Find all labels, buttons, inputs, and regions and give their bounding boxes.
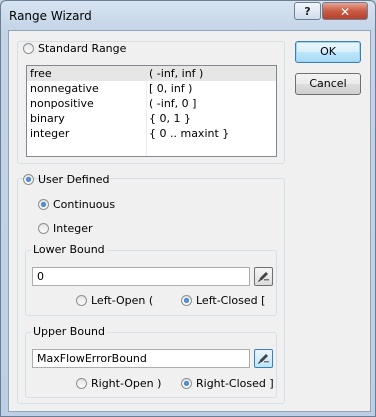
dialog-body: Standard Range free ( -inf, inf ) nonneg… [8,30,371,412]
continuous-label: Continuous [53,198,116,211]
integer-radio[interactable]: Integer [38,222,93,235]
radio-checked-icon [181,295,192,306]
range-interval: [ 0, inf ) [149,82,193,95]
integer-label: Integer [53,222,93,235]
radio-unchecked-icon [76,295,87,306]
upper-bound-label: Upper Bound [31,325,108,338]
upper-bound-input[interactable]: MaxFlowErrorBound [32,349,250,368]
range-name: nonpositive [30,97,94,110]
list-item[interactable]: free ( -inf, inf ) [27,66,276,81]
left-closed-label: Left-Closed [ [196,294,266,307]
close-button[interactable]: ✕ [322,2,368,20]
pencil-edit-icon [258,354,269,364]
standard-range-radio[interactable]: Standard Range [23,42,126,55]
radio-checked-icon [23,174,34,185]
upper-bound-edit-button[interactable] [254,349,273,368]
radio-checked-icon [181,378,192,389]
range-interval: ( -inf, 0 ] [149,97,197,110]
standard-range-list[interactable]: free ( -inf, inf ) nonnegative [ 0, inf … [26,65,277,157]
user-defined-label: User Defined [38,173,110,186]
range-wizard-window: Range Wizard ? ✕ Standard Range free ( -… [0,0,376,417]
left-closed-radio[interactable]: Left-Closed [ [181,294,265,307]
range-interval: ( -inf, inf ) [149,67,204,80]
range-name: free [30,67,52,80]
user-defined-radio[interactable]: User Defined [23,173,109,186]
right-open-radio[interactable]: Right-Open ) [76,377,161,390]
radio-unchecked-icon [23,43,34,54]
left-open-radio[interactable]: Left-Open ( [76,294,153,307]
standard-range-label: Standard Range [38,42,127,55]
lower-bound-input[interactable]: 0 [32,267,250,286]
help-button[interactable]: ? [294,2,321,20]
list-item[interactable]: binary { 0, 1 } [27,111,276,126]
list-item[interactable]: nonpositive ( -inf, 0 ] [27,96,276,111]
left-open-label: Left-Open ( [91,294,154,307]
right-closed-label: Right-Closed ] [196,377,274,390]
radio-checked-icon [38,199,49,210]
lower-bound-edit-button[interactable] [254,267,273,286]
range-name: binary [30,112,65,125]
window-title: Range Wizard [9,9,92,23]
continuous-radio[interactable]: Continuous [38,198,115,211]
radio-unchecked-icon [38,223,49,234]
cancel-button[interactable]: Cancel [295,73,361,95]
list-item[interactable]: integer { 0 .. maxint } [27,126,276,141]
title-bar[interactable]: Range Wizard ? ✕ [1,1,375,31]
lower-bound-label: Lower Bound [31,243,107,256]
ok-button[interactable]: OK [295,41,361,63]
range-interval: { 0, 1 } [149,112,191,125]
right-closed-radio[interactable]: Right-Closed ] [181,377,274,390]
range-name: nonnegative [30,82,99,95]
radio-unchecked-icon [76,378,87,389]
pencil-edit-icon [258,272,269,282]
range-interval: { 0 .. maxint } [149,127,230,140]
list-item[interactable]: nonnegative [ 0, inf ) [27,81,276,96]
right-open-label: Right-Open ) [91,377,162,390]
range-name: integer [30,127,70,140]
